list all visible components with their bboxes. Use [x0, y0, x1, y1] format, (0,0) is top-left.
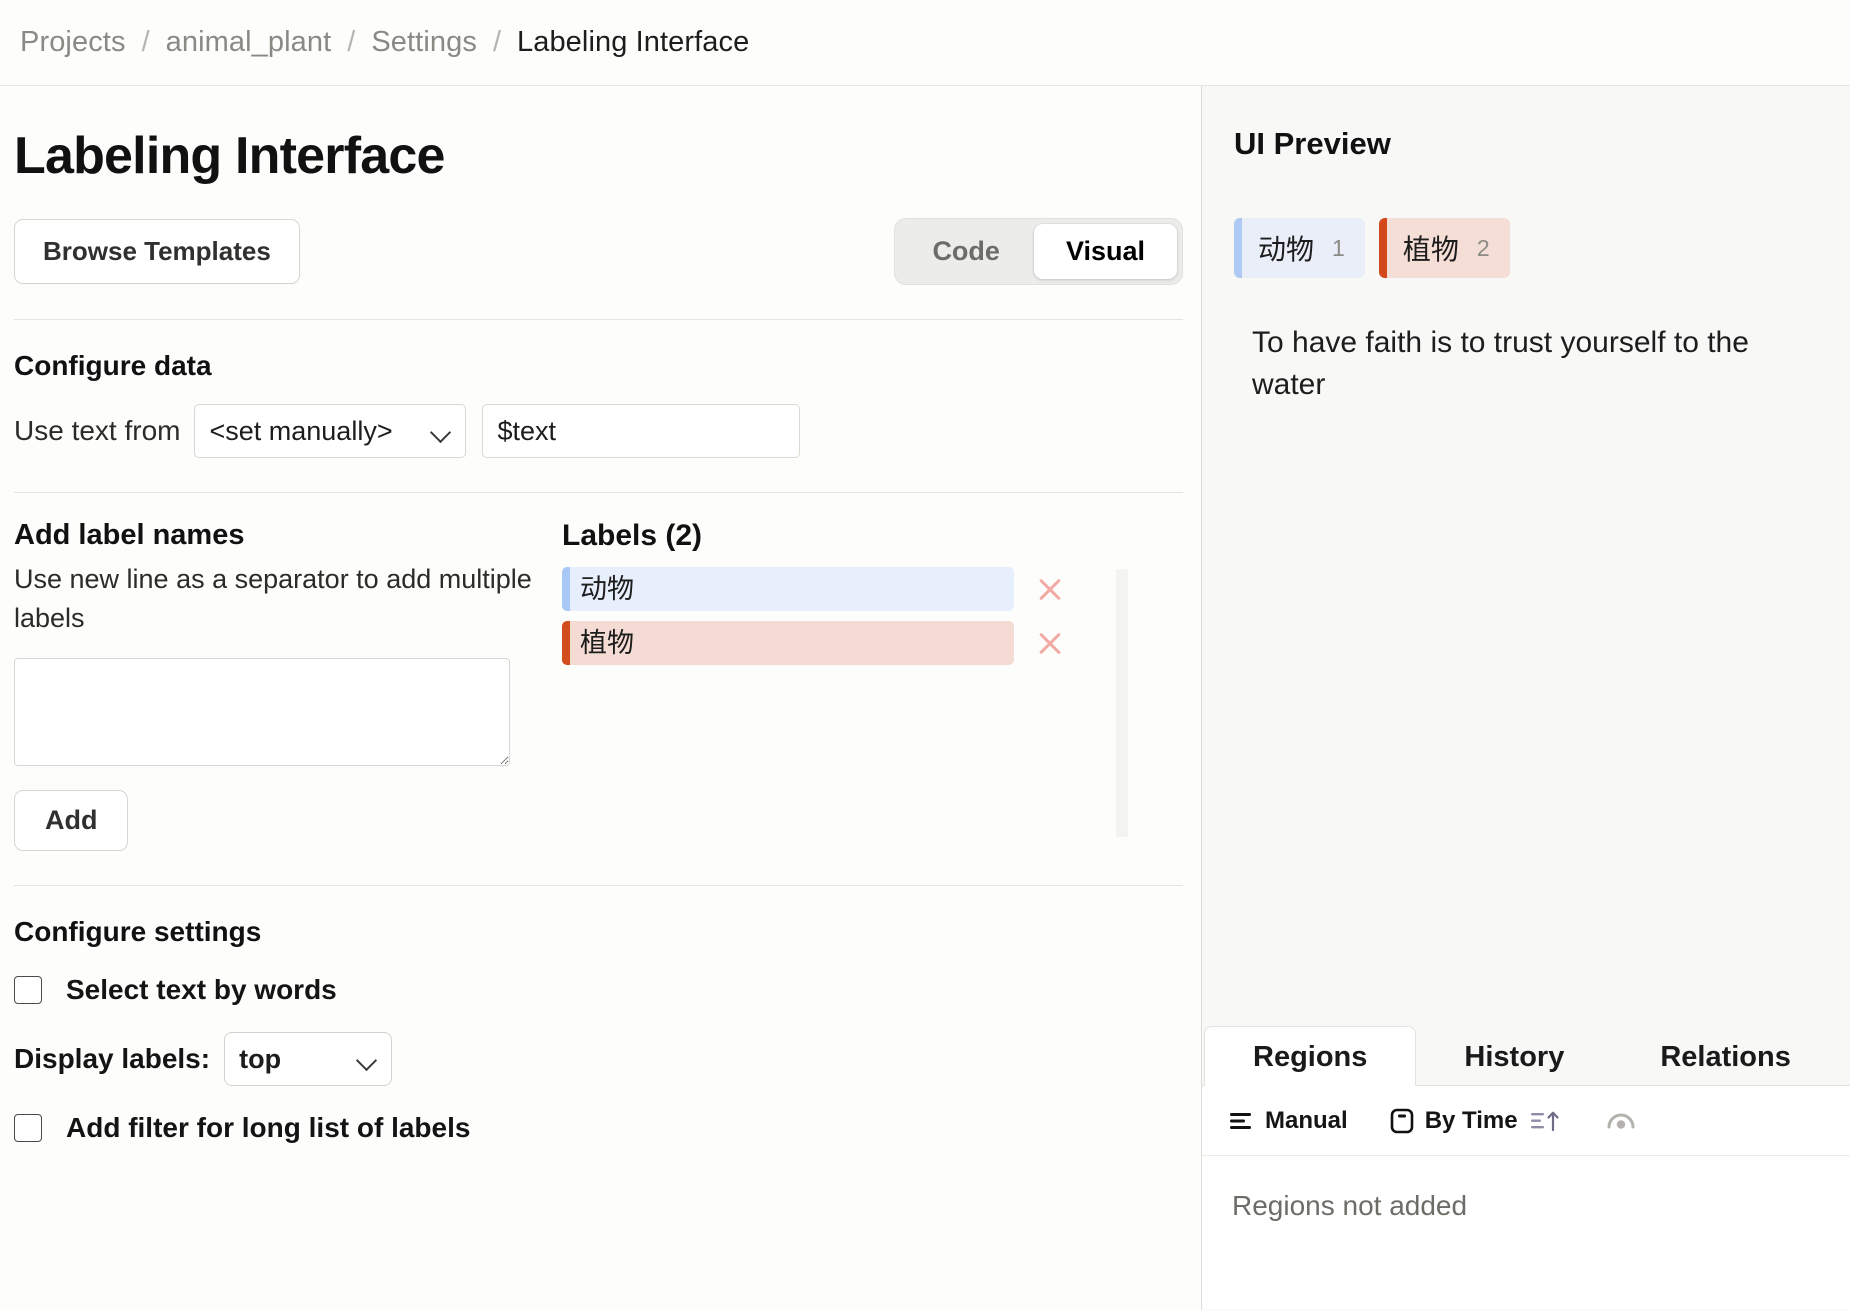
label-names-textarea[interactable] [14, 658, 510, 767]
text-source-select-value: <set manually> [209, 415, 393, 446]
regions-empty-message: Regions not added [1232, 1190, 1468, 1221]
close-icon[interactable] [1024, 621, 1076, 665]
select-text-by-words-label: Select text by words [66, 974, 337, 1006]
add-label-names-pane: Add label names Use new line as a separa… [14, 519, 534, 852]
label-chip-animal[interactable]: 动物 [562, 567, 1014, 611]
breadcrumb-separator: / [347, 26, 356, 58]
page-toolbar: Browse Templates Code Visual [14, 218, 1183, 285]
add-label-button[interactable]: Add [14, 790, 129, 852]
label-color-bar [1378, 218, 1387, 278]
close-icon[interactable] [1024, 567, 1076, 611]
breadcrumb-item-settings[interactable]: Settings [371, 26, 477, 59]
add-filter-checkbox[interactable] [14, 1114, 42, 1143]
ui-preview-column: UI Preview 动物 1 植物 2 To have faith is to… [1202, 86, 1850, 1310]
manual-order-label: Manual [1265, 1106, 1348, 1134]
labels-section: Add label names Use new line as a separa… [14, 519, 1183, 852]
breadcrumb-item-labeling-interface: Labeling Interface [517, 26, 750, 58]
preview-chip-animal[interactable]: 动物 1 [1234, 218, 1365, 278]
tab-code[interactable]: Code [900, 224, 1032, 279]
label-chip-text: 动物 [580, 573, 634, 604]
annotation-panel: Regions History Relations Manual By Time… [1202, 1024, 1850, 1310]
page-title: Labeling Interface [14, 127, 445, 185]
page-body: Labeling Interface Browse Templates Code… [0, 86, 1850, 1310]
preview-chip-plant[interactable]: 植物 2 [1378, 218, 1510, 278]
add-filter-label: Add filter for long list of labels [66, 1112, 471, 1144]
label-color-bar [562, 621, 570, 665]
add-label-names-hint: Use new line as a separator to add multi… [14, 564, 532, 634]
labels-count-heading: Labels (2) [562, 519, 703, 552]
configure-settings-section: Configure settings Select text by words … [14, 916, 1183, 1144]
select-text-by-words-checkbox[interactable] [14, 976, 42, 1005]
eye-icon [1606, 1111, 1636, 1131]
label-chip-text: 植物 [580, 627, 634, 658]
breadcrumb-separator: / [141, 26, 150, 58]
divider [14, 885, 1183, 887]
sort-ascending-icon [1530, 1108, 1564, 1134]
display-labels-select[interactable]: top [224, 1032, 393, 1087]
use-text-from-label: Use text from [14, 415, 181, 446]
label-color-bar [1234, 218, 1242, 278]
display-labels-label: Display labels: [14, 1043, 211, 1075]
tab-regions[interactable]: Regions [1204, 1026, 1417, 1086]
display-labels-select-value: top [239, 1043, 282, 1074]
tab-relations[interactable]: Relations [1612, 1027, 1839, 1086]
card-icon [1390, 1108, 1414, 1134]
labels-list-scrollbar[interactable] [1116, 569, 1128, 837]
editor-mode-toggle[interactable]: Code Visual [894, 218, 1183, 285]
configure-data-row: Use text from <set manually> [14, 404, 1183, 458]
ui-preview-title: UI Preview [1234, 126, 1391, 161]
labels-list-pane: Labels (2) 动物 植物 [534, 519, 1183, 851]
preview-chip-name: 动物 [1258, 234, 1315, 265]
by-time-label: By Time [1424, 1106, 1518, 1134]
label-color-bar [562, 567, 570, 611]
breadcrumb-item-animal-plant[interactable]: animal_plant [166, 26, 332, 59]
order-lines-icon [1228, 1110, 1254, 1132]
sort-order-button[interactable] [1530, 1108, 1564, 1134]
configure-settings-title: Configure settings [14, 916, 262, 948]
add-filter-row[interactable]: Add filter for long list of labels [14, 1112, 1183, 1144]
breadcrumb-separator: / [492, 26, 501, 58]
configure-data-title: Configure data [14, 350, 212, 381]
add-label-names-title: Add label names [14, 519, 245, 551]
label-chip-plant[interactable]: 植物 [562, 621, 1014, 665]
display-labels-row: Display labels: top [14, 1032, 1183, 1087]
tab-visual[interactable]: Visual [1033, 224, 1177, 279]
divider [14, 319, 1183, 320]
regions-tab-panel: Manual By Time Regions not added [1202, 1085, 1850, 1309]
chevron-down-icon [357, 1053, 377, 1065]
tab-history[interactable]: History [1416, 1027, 1612, 1086]
select-text-by-words-row[interactable]: Select text by words [14, 974, 1183, 1006]
browse-templates-button[interactable]: Browse Templates [14, 219, 300, 284]
preview-chip-hotkey: 2 [1476, 234, 1490, 261]
settings-column: Labeling Interface Browse Templates Code… [0, 86, 1202, 1310]
preview-chip-hotkey: 1 [1332, 234, 1345, 261]
divider [14, 492, 1183, 493]
list-item: 植物 [562, 621, 1084, 665]
toggle-visibility-button[interactable] [1606, 1111, 1636, 1131]
regions-toolbar: Manual By Time [1202, 1086, 1850, 1156]
preview-label-chips: 动物 1 植物 2 [1234, 218, 1826, 278]
breadcrumb-item-projects[interactable]: Projects [20, 26, 126, 59]
text-value-input[interactable] [482, 404, 801, 458]
manual-order-button[interactable]: Manual [1228, 1107, 1348, 1135]
labels-list-wrapper: 动物 植物 [562, 567, 1183, 837]
labels-list: 动物 植物 [562, 567, 1084, 837]
preview-chip-name: 植物 [1402, 234, 1459, 265]
list-item: 动物 [562, 567, 1084, 611]
annotation-tabs: Regions History Relations [1202, 1024, 1850, 1086]
chevron-down-icon [431, 425, 451, 437]
by-time-button[interactable]: By Time [1390, 1107, 1518, 1135]
preview-sample-text[interactable]: To have faith is to trust yourself to th… [1252, 322, 1826, 406]
text-source-select[interactable]: <set manually> [194, 404, 467, 458]
breadcrumb: Projects / animal_plant / Settings / Lab… [0, 0, 1850, 86]
